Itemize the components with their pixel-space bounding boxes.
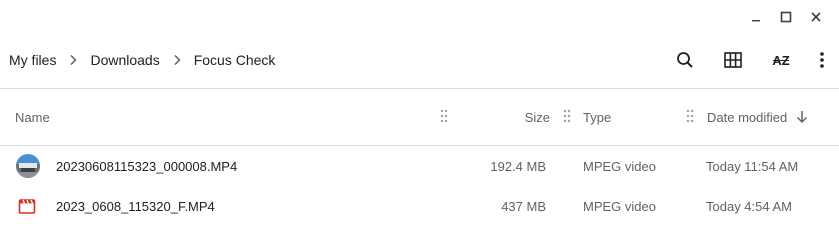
file-type: MPEG video bbox=[583, 198, 656, 214]
maximize-button[interactable] bbox=[771, 6, 801, 28]
toolbar: My files Downloads Focus Check AZ bbox=[0, 40, 839, 80]
breadcrumb-item-focus-check[interactable]: Focus Check bbox=[194, 52, 276, 68]
drag-handle-icon bbox=[563, 109, 571, 123]
file-size: 437 MB bbox=[501, 198, 546, 214]
column-header-size[interactable]: Size bbox=[525, 89, 550, 145]
toolbar-actions: AZ bbox=[661, 40, 839, 80]
sort-button[interactable]: AZ bbox=[757, 40, 805, 80]
minimize-icon bbox=[752, 20, 760, 22]
search-button[interactable] bbox=[661, 40, 709, 80]
breadcrumb: My files Downloads Focus Check bbox=[0, 40, 275, 80]
more-options-button[interactable] bbox=[805, 40, 839, 80]
file-size: 192.4 MB bbox=[490, 158, 546, 174]
search-icon bbox=[677, 52, 693, 68]
list-header: Name Size Type Date modified bbox=[0, 89, 839, 145]
column-header-date-modified[interactable]: Date modified bbox=[707, 89, 808, 145]
grid-view-button[interactable] bbox=[709, 40, 757, 80]
file-name: 2023_0608_115320_F.MP4 bbox=[56, 198, 215, 214]
file-date-modified: Today 4:54 AM bbox=[706, 198, 792, 214]
column-header-date-label: Date modified bbox=[707, 109, 788, 125]
column-header-type[interactable]: Type bbox=[583, 89, 611, 145]
maximize-icon bbox=[780, 11, 792, 23]
column-resize-handle[interactable] bbox=[686, 109, 694, 123]
close-button[interactable] bbox=[801, 6, 831, 28]
video-file-icon bbox=[18, 197, 36, 215]
files-app-window: My files Downloads Focus Check AZ Name S… bbox=[0, 0, 839, 245]
column-header-name[interactable]: Name bbox=[15, 89, 50, 145]
file-row[interactable]: 20230608115323_000008.MP4 192.4 MB MPEG … bbox=[0, 146, 839, 186]
file-type: MPEG video bbox=[583, 158, 656, 174]
column-resize-handle[interactable] bbox=[440, 109, 448, 123]
grid-view-icon bbox=[724, 52, 742, 68]
chevron-right-icon bbox=[56, 54, 90, 66]
breadcrumb-item-downloads[interactable]: Downloads bbox=[90, 52, 159, 68]
close-icon bbox=[811, 12, 821, 22]
column-resize-handle[interactable] bbox=[563, 109, 571, 123]
sort-az-icon: AZ bbox=[772, 52, 790, 68]
file-date-modified: Today 11:54 AM bbox=[706, 158, 799, 174]
chevron-right-icon bbox=[160, 54, 194, 66]
drag-handle-icon bbox=[440, 109, 448, 123]
arrow-down-icon bbox=[797, 111, 808, 124]
file-name: 20230608115323_000008.MP4 bbox=[56, 158, 238, 174]
file-row[interactable]: 2023_0608_115320_F.MP4 437 MB MPEG video… bbox=[0, 186, 839, 226]
window-controls bbox=[741, 6, 831, 28]
more-vertical-icon bbox=[820, 52, 824, 68]
breadcrumb-item-my-files[interactable]: My files bbox=[9, 52, 56, 68]
minimize-button[interactable] bbox=[741, 6, 771, 28]
drag-handle-icon bbox=[686, 109, 694, 123]
video-thumbnail bbox=[16, 154, 40, 178]
